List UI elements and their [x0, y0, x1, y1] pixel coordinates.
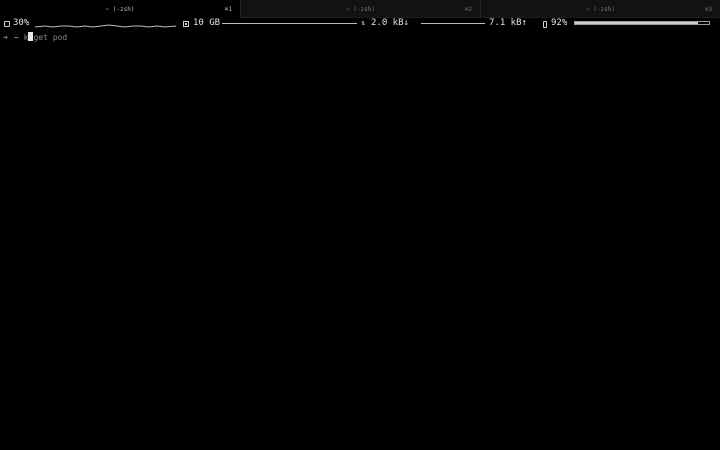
- prompt-directory: ~: [13, 33, 19, 42]
- tab-3-title: ~ (-zsh): [586, 6, 615, 13]
- memory-usage: 10 GB: [193, 18, 221, 28]
- tab-2-shortcut: ⌘2: [464, 6, 472, 13]
- tab-3[interactable]: ~ (-zsh) ⌘3: [480, 0, 720, 18]
- battery-icon: [543, 21, 547, 28]
- memory-bar: [222, 23, 357, 24]
- tab-2-title: ~ (-zsh): [346, 6, 375, 13]
- terminal-pane[interactable]: ➜ ~ k get pod: [0, 30, 720, 450]
- cpu-icon: [4, 21, 10, 27]
- tab-1-title: ~ (-zsh): [105, 6, 135, 13]
- tab-1-shortcut: ⌘1: [224, 6, 232, 13]
- battery-bar: [574, 21, 710, 25]
- tab-3-shortcut: ⌘3: [704, 6, 712, 13]
- network-upload: 7.1 kB↑: [489, 18, 527, 28]
- tab-bar: ~ (-zsh) ⌘1 ~ (-zsh) ⌘2 ~ (-zsh) ⌘3: [0, 0, 720, 18]
- battery-level: 92%: [551, 18, 568, 28]
- tab-1[interactable]: ~ (-zsh) ⌘1: [0, 0, 240, 18]
- cpu-usage: 30%: [13, 18, 30, 28]
- battery-bar-fill: [575, 22, 699, 24]
- command-input-after-cursor: get pod: [33, 33, 68, 42]
- prompt-line: ➜ ~ k get pod: [3, 32, 67, 42]
- network-icon: ⇅: [361, 19, 366, 27]
- status-bar: 30% 10 GB ⇅ 2.0 kB↓ 7.1 kB↑ 92%: [0, 18, 720, 30]
- cpu-sparkline: [35, 24, 176, 28]
- network-download: 2.0 kB↓: [371, 18, 409, 28]
- prompt-arrow-icon: ➜: [3, 33, 8, 42]
- network-download-bar: [421, 23, 485, 24]
- tab-2[interactable]: ~ (-zsh) ⌘2: [240, 0, 480, 18]
- memory-icon: [183, 21, 189, 27]
